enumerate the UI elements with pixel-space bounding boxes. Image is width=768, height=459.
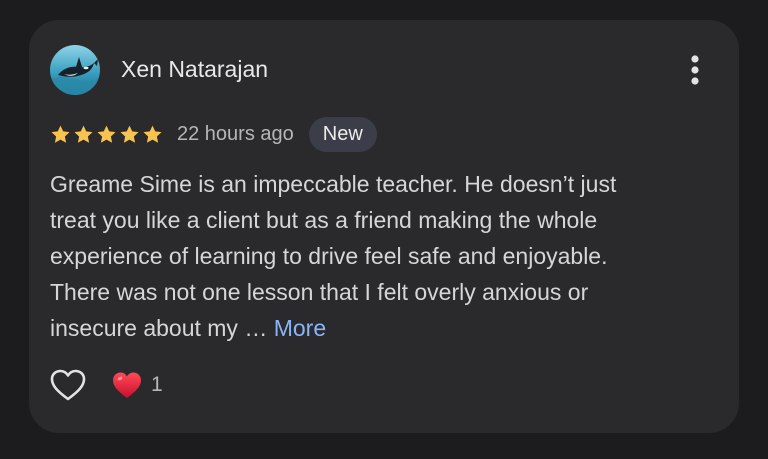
review-text-line: treat you like a client but as a friend …	[50, 207, 598, 233]
star-icon	[51, 125, 70, 143]
more-vert-icon[interactable]	[681, 53, 709, 87]
star-icon	[74, 125, 93, 143]
orca-avatar-icon[interactable]	[50, 45, 100, 95]
more-link[interactable]: More	[274, 315, 326, 341]
star-icon	[97, 125, 116, 143]
review-text-line: insecure about my …	[50, 315, 274, 341]
rating-row: 22 hours ago New	[50, 116, 377, 152]
review-text-line: experience of learning to drive feel saf…	[50, 243, 608, 269]
star-icon	[120, 125, 139, 143]
new-badge: New	[308, 116, 377, 152]
star-rating	[50, 124, 165, 145]
reaction-summary[interactable]: 1	[111, 368, 163, 402]
review-time: 22 hours ago	[177, 122, 294, 145]
review-text-last-line: insecure about my … More	[50, 310, 720, 346]
review-card: Xen Natarajan 22 hours ago New Greame Si…	[29, 20, 739, 433]
star-icon	[143, 125, 162, 143]
reaction-count: 1	[151, 373, 163, 396]
reviewer-name[interactable]: Xen Natarajan	[121, 56, 268, 83]
review-text-line: Greame Sime is an impeccable teacher. He…	[50, 171, 617, 197]
review-text: Greame Sime is an impeccable teacher. He…	[50, 166, 720, 346]
red-heart-icon	[113, 372, 141, 398]
review-text-line: There was not one lesson that I felt ove…	[50, 279, 589, 305]
heart-outline-icon[interactable]	[49, 368, 87, 402]
